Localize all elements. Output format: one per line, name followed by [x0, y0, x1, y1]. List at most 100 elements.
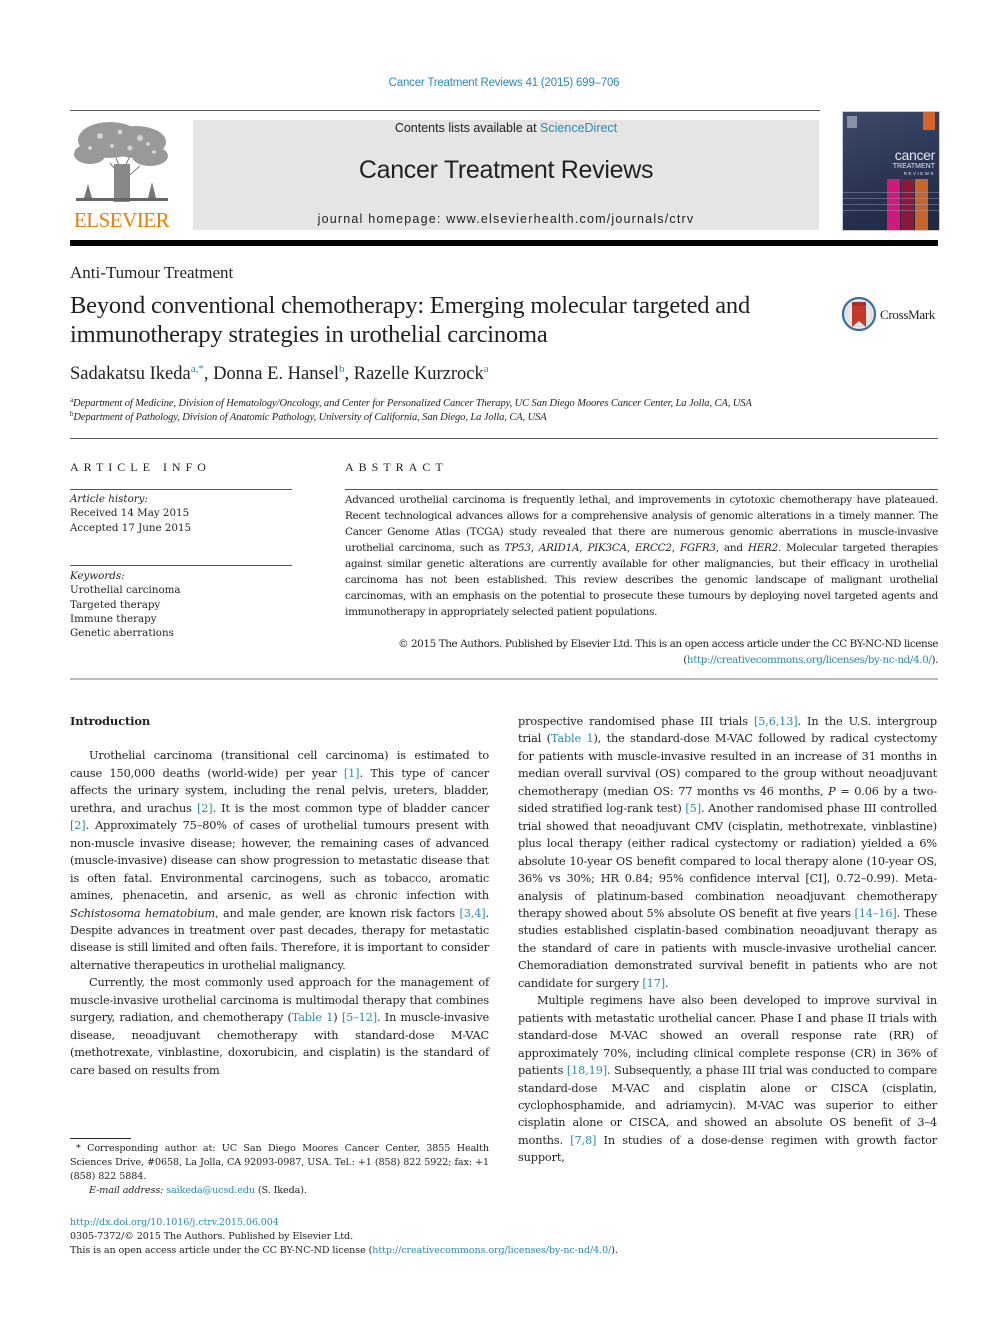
- gene-name: FGFR3: [679, 542, 716, 554]
- journal-masthead: Contents lists available at ScienceDirec…: [193, 120, 819, 230]
- article-title: Beyond conventional chemotherapy: Emergi…: [70, 292, 751, 348]
- citation-link[interactable]: [14–16]: [855, 907, 897, 920]
- citation-link[interactable]: [5–12]: [342, 1011, 377, 1024]
- citation-link[interactable]: [1]: [344, 767, 360, 780]
- author-name[interactable]: Razelle Kurzrock: [354, 364, 484, 384]
- citation-link[interactable]: [2]: [197, 802, 213, 815]
- license-prefix: This is an open access article under the…: [70, 1245, 373, 1256]
- body-paragraph: Multiple regimens have also been develop…: [518, 994, 937, 1165]
- email-link[interactable]: saikeda@ucsd.edu: [166, 1185, 255, 1196]
- cover-line: [843, 198, 939, 199]
- journal-cover-image[interactable]: cancer TREATMENT REVIEWS: [842, 111, 940, 231]
- history-label: Article history:: [70, 493, 148, 505]
- keyword-item: Targeted therapy: [70, 598, 161, 611]
- abstract-rule: [345, 489, 938, 490]
- abstract-copyright: © 2015 The Authors. Published by Elsevie…: [398, 638, 938, 666]
- citation-link[interactable]: [3,4]: [460, 907, 486, 920]
- license-line: This is an open access article under the…: [70, 1244, 618, 1258]
- body-paragraph: Currently, the most commonly used approa…: [70, 976, 489, 1077]
- affiliation-text: Department of Medicine, Division of Hema…: [73, 398, 752, 409]
- sciencedirect-link[interactable]: ScienceDirect: [540, 121, 617, 135]
- contents-available-line: Contents lists available at ScienceDirec…: [193, 121, 819, 135]
- author-name[interactable]: Donna E. Hansel: [213, 364, 339, 384]
- abstract-divider: [70, 678, 938, 680]
- keyword-item: Genetic aberrations: [70, 627, 174, 640]
- author-name[interactable]: Sadakatsu Ikeda: [70, 364, 191, 384]
- introduction-heading: Introduction: [70, 714, 151, 728]
- affiliation-b: bDepartment of Pathology, Division of An…: [70, 410, 547, 423]
- cover-title-reviews: REVIEWS: [903, 171, 935, 176]
- gene-name: ERCC2: [635, 542, 672, 554]
- elsevier-tree-icon: [74, 122, 168, 203]
- journal-homepage[interactable]: journal homepage: www.elsevierhealth.com…: [193, 212, 819, 226]
- crossmark-button[interactable]: CrossMark: [842, 297, 942, 333]
- elsevier-logo[interactable]: ELSEVIER: [70, 118, 173, 232]
- body-paragraph: prospective randomised phase III trials …: [518, 715, 937, 990]
- citation-link[interactable]: [17]: [642, 977, 665, 990]
- author-affiliation-marker[interactable]: a: [484, 363, 489, 375]
- email-label: E-mail address:: [89, 1185, 167, 1196]
- italic-term: P: [828, 784, 836, 798]
- header-thick-rule: [70, 240, 938, 246]
- author-affiliation-marker[interactable]: b: [339, 363, 345, 375]
- crossmark-icon: [842, 297, 876, 331]
- article-info-rule: [70, 489, 292, 490]
- abstract-text: Advanced urothelial carcinoma is frequen…: [345, 494, 938, 618]
- accepted-date: Accepted 17 June 2015: [70, 521, 192, 534]
- article-history: Article history: Received 14 May 2015 Ac…: [70, 492, 191, 535]
- section-divider: [70, 438, 938, 439]
- italic-term: Schistosoma hematobium: [70, 906, 216, 920]
- issn-line: 0305-7372/© 2015 The Authors. Published …: [70, 1231, 354, 1242]
- gene-name: ARID1A: [538, 542, 580, 554]
- cover-title-treatment: TREATMENT: [892, 163, 935, 170]
- journal-name: Cancer Treatment Reviews: [358, 156, 654, 184]
- footnote-rule: [70, 1138, 131, 1139]
- table-reference-link[interactable]: Table 1: [292, 1011, 334, 1024]
- body-column-right: prospective randomised phase III trials …: [518, 713, 937, 1167]
- copyright-text: © 2015 The Authors. Published by Elsevie…: [398, 638, 938, 650]
- gene-name: TP53: [504, 542, 531, 554]
- cover-title-cancer: cancer: [894, 147, 936, 163]
- gene-name: HER2: [747, 542, 778, 554]
- keywords: Keywords: Urothelial carcinoma Targeted …: [70, 569, 181, 640]
- email-line: E-mail address: saikeda@ucsd.edu (S. Ike…: [70, 1184, 489, 1198]
- body-paragraph: Urothelial carcinoma (transitional cell …: [70, 749, 490, 972]
- gene-name: PIK3CA: [587, 542, 627, 554]
- license-link[interactable]: http://creativecommons.org/licenses/by-n…: [372, 1245, 611, 1256]
- footnotes: * Corresponding author at: UC San Diego …: [70, 1142, 489, 1198]
- citation-link[interactable]: [18,19]: [567, 1064, 607, 1077]
- article-section: Anti-Tumour Treatment: [70, 263, 234, 282]
- article-footer: http://dx.doi.org/10.1016/j.ctrv.2015.06…: [70, 1216, 618, 1258]
- article-info-rule: [70, 565, 292, 566]
- elsevier-wordmark: ELSEVIER: [73, 208, 170, 232]
- author-affiliation-marker[interactable]: a,*: [191, 363, 204, 375]
- body-column-left: Introduction Urothelial carcinoma (trans…: [70, 713, 489, 1079]
- received-date: Received 14 May 2015: [70, 507, 190, 520]
- email-suffix: (S. Ikeda).: [254, 1185, 307, 1196]
- citation-link[interactable]: [2]: [70, 819, 86, 832]
- cover-line: [843, 210, 939, 211]
- affiliation-text: Department of Pathology, Division of Ana…: [73, 412, 547, 423]
- table-reference-link[interactable]: Table 1: [551, 732, 594, 745]
- corresponding-author-note: * Corresponding author at: UC San Diego …: [70, 1143, 489, 1182]
- header-rule: [70, 110, 820, 111]
- article-info-heading: ARTICLE INFO: [70, 460, 211, 474]
- cover-accent-block: [923, 112, 935, 130]
- journal-citation-link[interactable]: Cancer Treatment Reviews 41 (2015) 699–7…: [0, 77, 992, 89]
- keyword-item: Immune therapy: [70, 612, 157, 625]
- keywords-label: Keywords:: [70, 570, 125, 582]
- contents-prefix: Contents lists available at: [394, 121, 541, 135]
- citation-link[interactable]: [5,6,13]: [754, 715, 798, 728]
- citation-link[interactable]: [5]: [685, 802, 701, 815]
- doi-link[interactable]: http://dx.doi.org/10.1016/j.ctrv.2015.06…: [70, 1216, 618, 1230]
- author-list: Sadakatsu Ikedaa,*, Donna E. Hanselb, Ra…: [70, 363, 489, 384]
- crossmark-label: CrossMark: [880, 307, 936, 322]
- citation-link[interactable]: [7,8]: [570, 1134, 596, 1147]
- affiliation-a: aDepartment of Medicine, Division of Hem…: [70, 396, 752, 409]
- license-link[interactable]: http://creativecommons.org/licenses/by-n…: [687, 654, 932, 666]
- cover-elsevier-icon: [847, 116, 857, 128]
- cover-line: [843, 192, 939, 193]
- cover-line: [843, 204, 939, 205]
- license-suffix: ).: [611, 1245, 618, 1256]
- keyword-item: Urothelial carcinoma: [70, 584, 181, 597]
